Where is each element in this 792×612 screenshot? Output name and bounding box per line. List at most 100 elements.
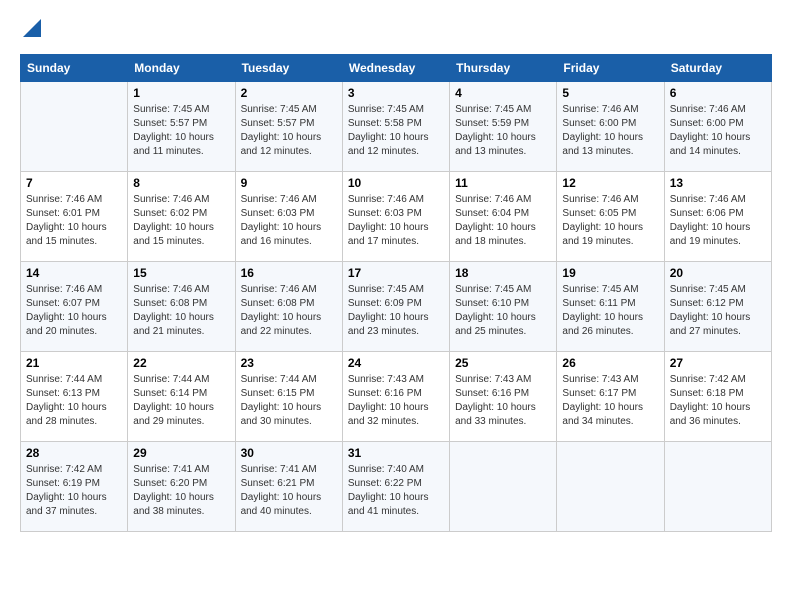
calendar-cell: 2 Sunrise: 7:45 AM Sunset: 5:57 PM Daylig…: [235, 82, 342, 172]
calendar-header-monday: Monday: [128, 55, 235, 82]
day-number: 4: [455, 86, 551, 100]
day-info: Sunrise: 7:45 AM Sunset: 6:10 PM Dayligh…: [455, 283, 551, 339]
day-number: 21: [26, 356, 122, 370]
day-info: Sunrise: 7:46 AM Sunset: 6:08 PM Dayligh…: [133, 283, 229, 339]
calendar-cell: 31Sunrise: 7:40 AM Sunset: 6:22 PM Dayli…: [342, 442, 449, 532]
calendar-cell: 25Sunrise: 7:43 AM Sunset: 6:16 PM Dayli…: [450, 352, 557, 442]
day-number: 18: [455, 266, 551, 280]
day-info: Sunrise: 7:45 AM Sunset: 5:59 PM Dayligh…: [455, 103, 551, 159]
day-info: Sunrise: 7:45 AM Sunset: 5:57 PM Dayligh…: [133, 103, 229, 159]
calendar-header-sunday: Sunday: [21, 55, 128, 82]
calendar-cell: 6 Sunrise: 7:46 AM Sunset: 6:00 PM Daylig…: [664, 82, 771, 172]
day-number: 15: [133, 266, 229, 280]
calendar-cell: 26 Sunrise: 7:43 AM Sunset: 6:17 PM Dayli…: [557, 352, 664, 442]
calendar-cell: 4 Sunrise: 7:45 AM Sunset: 5:59 PM Daylig…: [450, 82, 557, 172]
day-number: 26: [562, 356, 658, 370]
calendar-cell: 15 Sunrise: 7:46 AM Sunset: 6:08 PM Dayli…: [128, 262, 235, 352]
day-info: Sunrise: 7:40 AM Sunset: 6:22 PM Dayligh…: [348, 463, 444, 519]
day-number: 29: [133, 446, 229, 460]
calendar-cell: 27 Sunrise: 7:42 AM Sunset: 6:18 PM Dayli…: [664, 352, 771, 442]
day-info: Sunrise: 7:46 AM Sunset: 6:06 PM Dayligh…: [670, 193, 766, 249]
day-number: 25: [455, 356, 551, 370]
day-number: 2: [241, 86, 337, 100]
logo-icon: [23, 19, 41, 37]
calendar-week-2: 7 Sunrise: 7:46 AM Sunset: 6:01 PM Daylig…: [21, 172, 772, 262]
day-number: 14: [26, 266, 122, 280]
day-number: 12: [562, 176, 658, 190]
logo: [20, 20, 41, 44]
day-info: Sunrise: 7:43 AM Sunset: 6:17 PM Dayligh…: [562, 373, 658, 429]
calendar-header-wednesday: Wednesday: [342, 55, 449, 82]
day-info: Sunrise: 7:46 AM Sunset: 6:05 PM Dayligh…: [562, 193, 658, 249]
calendar-cell: 24Sunrise: 7:43 AM Sunset: 6:16 PM Dayli…: [342, 352, 449, 442]
calendar-cell: [21, 82, 128, 172]
day-number: 11: [455, 176, 551, 190]
calendar-week-5: 28 Sunrise: 7:42 AM Sunset: 6:19 PM Dayli…: [21, 442, 772, 532]
day-number: 22: [133, 356, 229, 370]
calendar-cell: 10 Sunrise: 7:46 AM Sunset: 6:03 PM Dayli…: [342, 172, 449, 262]
day-info: Sunrise: 7:45 AM Sunset: 5:58 PM Dayligh…: [348, 103, 444, 159]
calendar-week-4: 21 Sunrise: 7:44 AM Sunset: 6:13 PM Dayli…: [21, 352, 772, 442]
day-info: Sunrise: 7:46 AM Sunset: 6:08 PM Dayligh…: [241, 283, 337, 339]
day-info: Sunrise: 7:45 AM Sunset: 6:12 PM Dayligh…: [670, 283, 766, 339]
day-info: Sunrise: 7:46 AM Sunset: 6:02 PM Dayligh…: [133, 193, 229, 249]
day-number: 7: [26, 176, 122, 190]
calendar-cell: [450, 442, 557, 532]
day-info: Sunrise: 7:44 AM Sunset: 6:15 PM Dayligh…: [241, 373, 337, 429]
day-number: 6: [670, 86, 766, 100]
day-info: Sunrise: 7:41 AM Sunset: 6:20 PM Dayligh…: [133, 463, 229, 519]
calendar-cell: [664, 442, 771, 532]
calendar-week-1: 1 Sunrise: 7:45 AM Sunset: 5:57 PM Daylig…: [21, 82, 772, 172]
day-info: Sunrise: 7:45 AM Sunset: 5:57 PM Dayligh…: [241, 103, 337, 159]
day-number: 17: [348, 266, 444, 280]
day-info: Sunrise: 7:46 AM Sunset: 6:01 PM Dayligh…: [26, 193, 122, 249]
day-number: 13: [670, 176, 766, 190]
day-number: 30: [241, 446, 337, 460]
calendar-cell: 29 Sunrise: 7:41 AM Sunset: 6:20 PM Dayli…: [128, 442, 235, 532]
calendar-cell: 30 Sunrise: 7:41 AM Sunset: 6:21 PM Dayli…: [235, 442, 342, 532]
day-info: Sunrise: 7:41 AM Sunset: 6:21 PM Dayligh…: [241, 463, 337, 519]
day-number: 8: [133, 176, 229, 190]
day-number: 19: [562, 266, 658, 280]
calendar-cell: 1 Sunrise: 7:45 AM Sunset: 5:57 PM Daylig…: [128, 82, 235, 172]
calendar-cell: 17 Sunrise: 7:45 AM Sunset: 6:09 PM Dayli…: [342, 262, 449, 352]
calendar-cell: 23 Sunrise: 7:44 AM Sunset: 6:15 PM Dayli…: [235, 352, 342, 442]
day-number: 23: [241, 356, 337, 370]
day-info: Sunrise: 7:44 AM Sunset: 6:14 PM Dayligh…: [133, 373, 229, 429]
calendar-cell: 19 Sunrise: 7:45 AM Sunset: 6:11 PM Dayli…: [557, 262, 664, 352]
day-info: Sunrise: 7:46 AM Sunset: 6:00 PM Dayligh…: [670, 103, 766, 159]
calendar-cell: 7 Sunrise: 7:46 AM Sunset: 6:01 PM Daylig…: [21, 172, 128, 262]
day-info: Sunrise: 7:45 AM Sunset: 6:11 PM Dayligh…: [562, 283, 658, 339]
calendar-header-row: SundayMondayTuesdayWednesdayThursdayFrid…: [21, 55, 772, 82]
day-number: 1: [133, 86, 229, 100]
calendar-cell: 21 Sunrise: 7:44 AM Sunset: 6:13 PM Dayli…: [21, 352, 128, 442]
calendar-header-friday: Friday: [557, 55, 664, 82]
calendar-cell: 3Sunrise: 7:45 AM Sunset: 5:58 PM Daylig…: [342, 82, 449, 172]
calendar-cell: 22 Sunrise: 7:44 AM Sunset: 6:14 PM Dayli…: [128, 352, 235, 442]
day-number: 10: [348, 176, 444, 190]
calendar-cell: 28 Sunrise: 7:42 AM Sunset: 6:19 PM Dayli…: [21, 442, 128, 532]
calendar-cell: 12 Sunrise: 7:46 AM Sunset: 6:05 PM Dayli…: [557, 172, 664, 262]
day-number: 5: [562, 86, 658, 100]
day-number: 27: [670, 356, 766, 370]
day-number: 28: [26, 446, 122, 460]
calendar-cell: 14Sunrise: 7:46 AM Sunset: 6:07 PM Dayli…: [21, 262, 128, 352]
day-info: Sunrise: 7:45 AM Sunset: 6:09 PM Dayligh…: [348, 283, 444, 339]
calendar-cell: 20Sunrise: 7:45 AM Sunset: 6:12 PM Dayli…: [664, 262, 771, 352]
day-info: Sunrise: 7:46 AM Sunset: 6:03 PM Dayligh…: [348, 193, 444, 249]
day-info: Sunrise: 7:44 AM Sunset: 6:13 PM Dayligh…: [26, 373, 122, 429]
calendar-cell: 16 Sunrise: 7:46 AM Sunset: 6:08 PM Dayli…: [235, 262, 342, 352]
day-info: Sunrise: 7:46 AM Sunset: 6:03 PM Dayligh…: [241, 193, 337, 249]
calendar-header-tuesday: Tuesday: [235, 55, 342, 82]
calendar-cell: 13 Sunrise: 7:46 AM Sunset: 6:06 PM Dayli…: [664, 172, 771, 262]
calendar-cell: 18 Sunrise: 7:45 AM Sunset: 6:10 PM Dayli…: [450, 262, 557, 352]
day-info: Sunrise: 7:42 AM Sunset: 6:18 PM Dayligh…: [670, 373, 766, 429]
calendar-cell: 11Sunrise: 7:46 AM Sunset: 6:04 PM Dayli…: [450, 172, 557, 262]
day-info: Sunrise: 7:42 AM Sunset: 6:19 PM Dayligh…: [26, 463, 122, 519]
day-info: Sunrise: 7:46 AM Sunset: 6:00 PM Dayligh…: [562, 103, 658, 159]
calendar-cell: [557, 442, 664, 532]
calendar-cell: 8 Sunrise: 7:46 AM Sunset: 6:02 PM Daylig…: [128, 172, 235, 262]
calendar-header-thursday: Thursday: [450, 55, 557, 82]
day-number: 16: [241, 266, 337, 280]
calendar-cell: 5 Sunrise: 7:46 AM Sunset: 6:00 PM Daylig…: [557, 82, 664, 172]
